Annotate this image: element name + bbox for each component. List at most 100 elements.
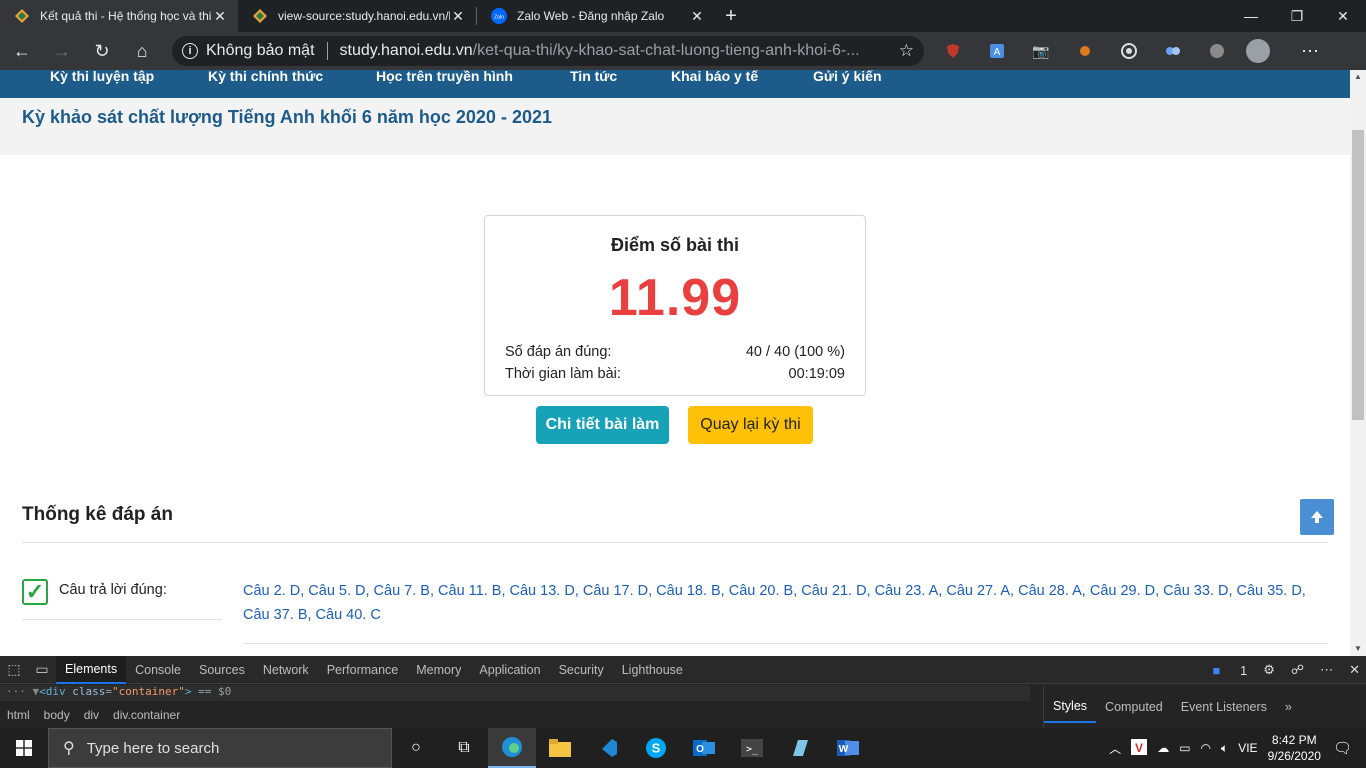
scroll-down-icon[interactable]: ▼: [1350, 642, 1366, 656]
profile-avatar[interactable]: [1246, 39, 1270, 63]
devtools-tab-sources[interactable]: Sources: [190, 656, 254, 684]
task-view-icon[interactable]: ⧉: [440, 728, 488, 768]
language-indicator[interactable]: VIE: [1238, 741, 1257, 755]
crumb-body[interactable]: body: [44, 708, 70, 722]
skype-icon[interactable]: S: [632, 728, 680, 768]
detail-button[interactable]: Chi tiết bài làm: [536, 406, 669, 444]
devtools-tab-performance[interactable]: Performance: [318, 656, 408, 684]
close-tab-icon[interactable]: ✕: [212, 8, 228, 25]
back-to-exam-button[interactable]: Quay lại kỳ thi: [688, 406, 813, 444]
time-label: Thời gian làm bài:: [505, 366, 621, 382]
bookmark-star-icon[interactable]: ☆: [899, 41, 914, 61]
devtools-close-icon[interactable]: ✕: [1349, 662, 1360, 678]
forward-arrow-icon[interactable]: →: [44, 35, 80, 67]
terminal-icon[interactable]: >_: [728, 728, 776, 768]
devtools-more-icon[interactable]: ⋯: [1320, 662, 1333, 678]
devtools-tab-elements[interactable]: Elements: [56, 655, 127, 684]
issues-badge[interactable]: ■ 1: [1197, 663, 1248, 678]
feedback-icon[interactable]: ☍: [1291, 662, 1304, 678]
devtools-tab-network[interactable]: Network: [254, 656, 318, 684]
nav-practice-exams[interactable]: Kỳ thi luyện tập: [50, 70, 154, 84]
close-tab-icon[interactable]: ✕: [450, 8, 466, 25]
outlook-icon[interactable]: O: [680, 728, 728, 768]
grey-extension-icon[interactable]: [1202, 37, 1232, 65]
close-tab-icon[interactable]: ✕: [689, 8, 705, 25]
side-tab-event-listeners[interactable]: Event Listeners: [1172, 691, 1276, 723]
devtools-tab-console[interactable]: Console: [126, 656, 190, 684]
url-host: study.hanoi.edu.vn: [339, 42, 473, 59]
svg-text:V: V: [1135, 741, 1143, 755]
maximize-icon[interactable]: ❐: [1274, 0, 1320, 32]
word-icon[interactable]: W: [824, 728, 872, 768]
file-explorer-icon[interactable]: [536, 728, 584, 768]
cortana-icon[interactable]: ○: [392, 728, 440, 768]
notification-center-icon[interactable]: 🗨︎: [1333, 739, 1352, 757]
devtools-tab-lighthouse[interactable]: Lighthouse: [613, 656, 692, 684]
reload-icon[interactable]: ↻: [84, 35, 120, 67]
arrow-up-icon: [1311, 511, 1323, 523]
device-toolbar-icon[interactable]: ▭: [28, 656, 56, 684]
scrollbar-thumb[interactable]: [1352, 130, 1364, 420]
tab-view-source[interactable]: view-source:study.hanoi.edu.vn/k ✕: [238, 0, 476, 32]
tab-title: view-source:study.hanoi.edu.vn/k: [278, 9, 450, 23]
crumb-html[interactable]: html: [7, 708, 30, 722]
vscode-icon[interactable]: [584, 728, 632, 768]
inspect-element-icon[interactable]: ⬚: [0, 656, 28, 684]
back-arrow-icon[interactable]: ←: [4, 35, 40, 67]
camera-extension-icon[interactable]: 📷: [1026, 37, 1056, 65]
wifi-icon[interactable]: ◠: [1201, 741, 1211, 755]
dom-tree-selected-line[interactable]: ··· ▼<div class="container"> == $0: [0, 685, 1030, 701]
paint-icon[interactable]: [776, 728, 824, 768]
nav-health-declaration[interactable]: Khai báo y tế: [671, 70, 758, 84]
taskbar-clock[interactable]: 8:42 PM 9/26/2020: [1268, 732, 1321, 764]
clock-date: 9/26/2020: [1267, 749, 1321, 763]
stats-heading: Thống kê đáp án: [22, 504, 173, 525]
crumb-div[interactable]: div: [84, 708, 99, 722]
devtools-tab-memory[interactable]: Memory: [407, 656, 470, 684]
side-tab-computed[interactable]: Computed: [1096, 691, 1172, 723]
tab-zalo[interactable]: Zalo Zalo Web - Đăng nhập Zalo ✕: [477, 0, 715, 32]
nav-official-exams[interactable]: Kỳ thi chính thức: [208, 70, 323, 84]
svg-text:A: A: [994, 47, 1001, 58]
minimize-icon[interactable]: —: [1228, 0, 1274, 32]
translate-extension-icon[interactable]: A: [982, 37, 1012, 65]
browser-tab-strip: Kết quả thi - Hệ thống học và thi ✕ view…: [0, 0, 1366, 32]
close-window-icon[interactable]: ✕: [1320, 0, 1366, 32]
dual-extension-icon[interactable]: [1158, 37, 1188, 65]
nav-news[interactable]: Tin tức: [570, 70, 617, 84]
nav-feedback[interactable]: Gửi ý kiến: [813, 70, 882, 84]
svg-text:W: W: [839, 744, 849, 755]
vivaldi-tray-icon[interactable]: V: [1131, 738, 1148, 758]
start-button[interactable]: [0, 728, 48, 768]
side-tab-styles[interactable]: Styles: [1044, 691, 1097, 723]
tab-ket-qua-thi[interactable]: Kết quả thi - Hệ thống học và thi ✕: [0, 0, 238, 32]
scroll-to-top-button[interactable]: [1300, 499, 1334, 535]
new-tab-button[interactable]: +: [715, 0, 747, 32]
page-viewport: Kỳ thi luyện tập Kỳ thi chính thức Học t…: [0, 70, 1350, 656]
settings-gear-icon[interactable]: ⚙: [1263, 662, 1275, 678]
volume-icon[interactable]: 🔈︎: [1221, 741, 1228, 756]
edge-app-icon[interactable]: [488, 728, 536, 768]
nav-tv-learning[interactable]: Học trên truyền hình: [376, 70, 513, 84]
crumb-div-container[interactable]: div.container: [113, 708, 180, 722]
tray-chevron-icon[interactable]: ︿: [1109, 740, 1121, 757]
tab-title: Zalo Web - Đăng nhập Zalo: [517, 9, 665, 23]
site-info-button[interactable]: i Không bảo mật: [182, 42, 315, 60]
address-bar[interactable]: i Không bảo mật study.hanoi.edu.vn/ket-q…: [172, 36, 924, 66]
page-title: Kỳ khảo sát chất lượng Tiếng Anh khối 6 …: [22, 107, 552, 127]
scroll-up-icon[interactable]: ▲: [1350, 70, 1366, 84]
circle-extension-icon[interactable]: [1114, 37, 1144, 65]
devtools-tab-security[interactable]: Security: [550, 656, 613, 684]
shield-extension-icon[interactable]: [938, 37, 968, 65]
battery-icon[interactable]: ▭: [1179, 741, 1190, 755]
orange-extension-icon[interactable]: [1070, 37, 1100, 65]
url-text[interactable]: study.hanoi.edu.vn/ket-qua-thi/ky-khao-s…: [340, 42, 899, 60]
more-menu-icon[interactable]: ⋯: [1292, 35, 1328, 67]
page-scrollbar[interactable]: ▲ ▼: [1350, 70, 1366, 656]
onedrive-icon[interactable]: ☁: [1157, 741, 1169, 755]
side-tabs-overflow-icon[interactable]: »: [1276, 691, 1301, 723]
devtools-tab-application[interactable]: Application: [470, 656, 549, 684]
site-favicon-icon: [252, 8, 268, 24]
home-icon[interactable]: ⌂: [124, 35, 160, 67]
taskbar-search[interactable]: ⚲ Type here to search: [48, 728, 392, 768]
